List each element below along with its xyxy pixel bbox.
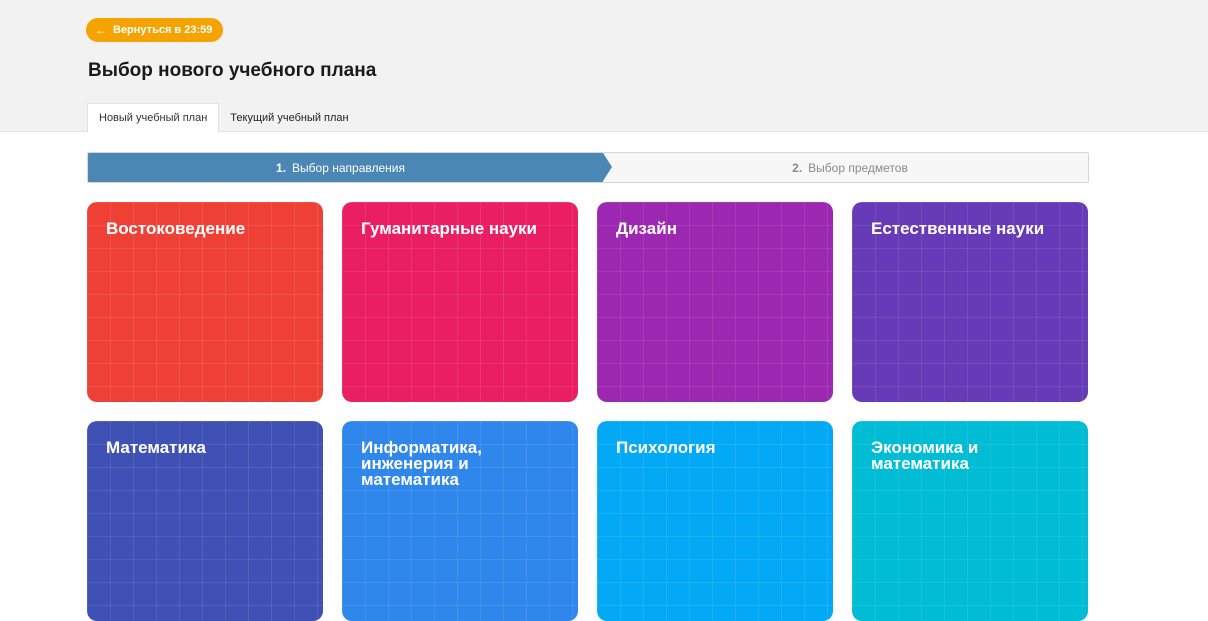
step-arrow-shape xyxy=(603,153,612,181)
progress-stepper: 1. Выбор направления 2. Выбор предметов xyxy=(87,152,1089,183)
direction-card-mathematics[interactable]: Математика xyxy=(87,421,323,621)
direction-card-label: Востоковедение xyxy=(106,219,246,238)
direction-card-natural-sciences[interactable]: Естественные науки xyxy=(852,202,1088,402)
direction-card-label: Информатика, инженерия и математика xyxy=(361,438,482,489)
tab-current-plan[interactable]: Текущий учебный план xyxy=(219,103,359,133)
direction-card-economics-math[interactable]: Экономика и математика xyxy=(852,421,1088,621)
direction-card-psychology[interactable]: Психология xyxy=(597,421,833,621)
step-choose-subjects: 2. Выбор предметов xyxy=(612,153,1088,182)
direction-card-label: Математика xyxy=(106,438,206,457)
direction-card-design[interactable]: Дизайн xyxy=(597,202,833,402)
direction-card-label: Дизайн xyxy=(616,219,677,238)
back-button-label: Вернуться в 23:59 xyxy=(113,24,213,36)
step-label: Выбор предметов xyxy=(808,160,908,175)
arrow-left-icon: ← xyxy=(95,23,107,37)
direction-card-humanities[interactable]: Гуманитарные науки xyxy=(342,202,578,402)
direction-card-label: Экономика и математика xyxy=(871,438,979,473)
direction-card-label: Гуманитарные науки xyxy=(361,219,538,238)
plan-tabs: Новый учебный план Текущий учебный план xyxy=(87,103,360,133)
step-choose-direction: 1. Выбор направления xyxy=(88,153,603,182)
direction-card-oriental-studies[interactable]: Востоковедение xyxy=(87,202,323,402)
direction-card-label: Естественные науки xyxy=(871,219,1045,238)
direction-card-label: Психология xyxy=(616,438,716,457)
direction-card-computer-science[interactable]: Информатика, инженерия и математика xyxy=(342,421,578,621)
page-title: Выбор нового учебного плана xyxy=(88,60,377,81)
back-button[interactable]: ← Вернуться в 23:59 xyxy=(86,18,224,42)
step-number: 1. xyxy=(276,160,287,175)
page-header: ← Вернуться в 23:59 Выбор нового учебног… xyxy=(0,0,1208,133)
tab-new-plan[interactable]: Новый учебный план xyxy=(87,103,220,133)
step-number: 2. xyxy=(792,160,803,175)
step-label: Выбор направления xyxy=(292,160,405,175)
